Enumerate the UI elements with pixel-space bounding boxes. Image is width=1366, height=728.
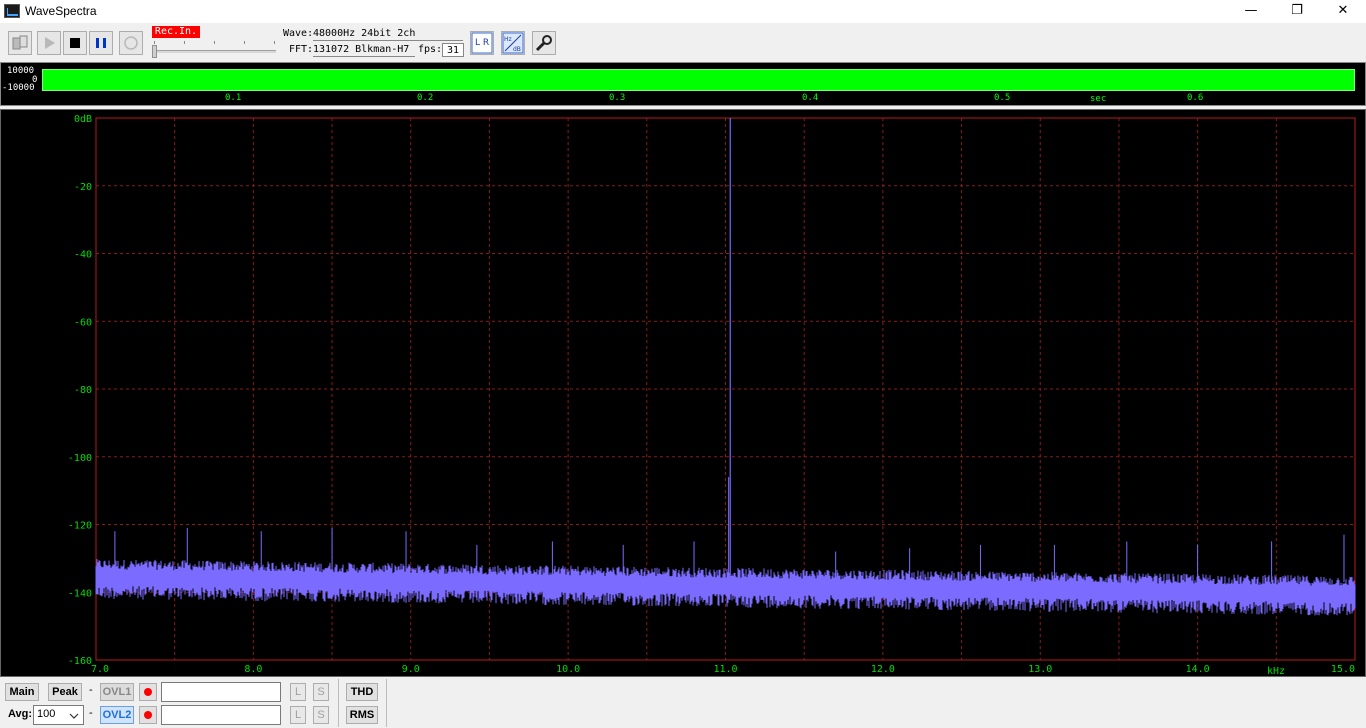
wave-x-tick: 0.2: [417, 93, 434, 103]
waveform-panel: 10000 0 -10000 0.1 0.2 0.3 0.4 0.5 sec 0…: [0, 62, 1366, 106]
peak-button[interactable]: Peak: [48, 683, 82, 701]
lr-channel-icon: L R: [471, 32, 493, 54]
waveform-display[interactable]: [42, 69, 1355, 91]
wave-format-field: 48000Hz 24bit 2ch: [313, 27, 463, 41]
x-tick-label: 10.0: [556, 664, 580, 675]
y-tick-label: -120: [68, 521, 92, 532]
ovl1-load-button[interactable]: L: [290, 683, 306, 701]
hz-db-icon: Hz dB: [502, 32, 524, 54]
x-axis-label: kHz: [1267, 666, 1285, 677]
avg-select[interactable]: 100: [33, 705, 84, 725]
svg-text:dB: dB: [513, 46, 521, 53]
y-tick-label: 0dB: [74, 114, 92, 125]
x-tick-label: 9.0: [402, 664, 420, 675]
fps-label: fps:: [418, 44, 443, 55]
fps-field: 31: [442, 43, 464, 57]
record-icon: [124, 36, 138, 50]
spectrum-panel[interactable]: 0dB -20 -40 -60 -80 -100 -120 -140 -160 7.0 8.0 9.0…: [0, 109, 1366, 677]
window-title: WaveSpectra: [25, 4, 97, 18]
svg-text:L R: L R: [475, 38, 489, 48]
main-button[interactable]: Main: [5, 683, 39, 701]
wave-x-tick: 0.5: [994, 93, 1011, 103]
rms-button[interactable]: RMS: [346, 706, 378, 724]
ovl1-save-button[interactable]: S: [313, 683, 329, 701]
svg-text:Hz: Hz: [504, 36, 512, 43]
chevron-down-icon: [69, 713, 79, 719]
channel-lr-button[interactable]: L R: [470, 31, 494, 55]
ovl1-button[interactable]: OVL1: [100, 683, 134, 701]
rec-in-label: Rec.In.: [152, 26, 200, 38]
ovl2-load-button[interactable]: L: [290, 706, 306, 724]
ovl1-name-input[interactable]: [161, 682, 281, 702]
x-tick-label: 13.0: [1028, 664, 1052, 675]
y-tick-label: -40: [74, 250, 92, 261]
x-tick-label: 7.0: [91, 664, 109, 675]
y-tick-label: -100: [68, 453, 92, 464]
ovl1-record-icon[interactable]: [139, 683, 157, 701]
thd-button[interactable]: THD: [346, 683, 378, 701]
slider-thumb[interactable]: [152, 45, 157, 58]
minimize-button[interactable]: —: [1228, 0, 1274, 23]
wave-x-unit: sec: [1090, 94, 1107, 104]
x-tick-label: 11.0: [713, 664, 737, 675]
pause-button[interactable]: [89, 31, 113, 55]
ovl2-record-icon[interactable]: [139, 706, 157, 724]
pause-icon: [96, 38, 106, 48]
input-level-slider[interactable]: [152, 50, 276, 53]
spectrum-chart[interactable]: 0dB -20 -40 -60 -80 -100 -120 -140 -1607.0 8.0 9.0…: [1, 110, 1366, 678]
title-bar: WaveSpectra — ❐ ✕: [0, 0, 1366, 23]
separator-dash: -: [89, 684, 93, 696]
ovl2-name-input[interactable]: [161, 705, 281, 725]
ovl2-button[interactable]: OVL2: [100, 706, 134, 724]
settings-button[interactable]: [532, 31, 556, 55]
record-button[interactable]: [119, 31, 143, 55]
toolbar: Rec.In. Wave: 48000Hz 24bit 2ch FFT: 131…: [0, 23, 1366, 62]
bottom-controls: Main Peak - OVL1 L S THD Avg: 100 - OVL2…: [0, 677, 1366, 728]
wave-x-tick: 0.4: [802, 93, 819, 103]
x-tick-label: 8.0: [244, 664, 262, 675]
fft-label: FFT:: [289, 44, 314, 55]
wave-label: Wave:: [283, 28, 314, 39]
stop-icon: [70, 38, 80, 48]
separator-dash: -: [89, 707, 93, 719]
x-tick-label: 14.0: [1186, 664, 1210, 675]
wave-x-tick: 0.6: [1187, 93, 1204, 103]
ovl2-save-button[interactable]: S: [313, 706, 329, 724]
wave-x-tick: 0.3: [609, 93, 626, 103]
play-icon: [45, 37, 55, 49]
wave-y-top: 10000: [7, 66, 35, 76]
wrench-icon: [535, 35, 552, 52]
device-button[interactable]: [8, 31, 32, 55]
stop-button[interactable]: [63, 31, 87, 55]
close-button[interactable]: ✕: [1320, 0, 1366, 23]
y-tick-label: -60: [74, 317, 92, 328]
play-button[interactable]: [37, 31, 61, 55]
y-tick-label: -80: [74, 385, 92, 396]
device-icon: [12, 35, 28, 50]
avg-value: 100: [37, 708, 56, 720]
wave-x-tick: 0.1: [225, 93, 242, 103]
wave-y-bottom: -10000: [2, 83, 35, 93]
x-tick-label: 12.0: [871, 664, 895, 675]
fft-setting-field: 131072 Blkman-H7: [313, 43, 415, 57]
avg-label: Avg:: [8, 708, 33, 720]
hz-db-scale-button[interactable]: Hz dB: [501, 31, 525, 55]
y-tick-label: -140: [68, 588, 92, 599]
y-tick-label: -20: [74, 182, 92, 193]
maximize-button[interactable]: ❐: [1274, 0, 1320, 23]
y-tick-label: -160: [68, 656, 92, 667]
x-tick-label: 15.0: [1331, 664, 1355, 675]
app-icon: [4, 4, 20, 18]
